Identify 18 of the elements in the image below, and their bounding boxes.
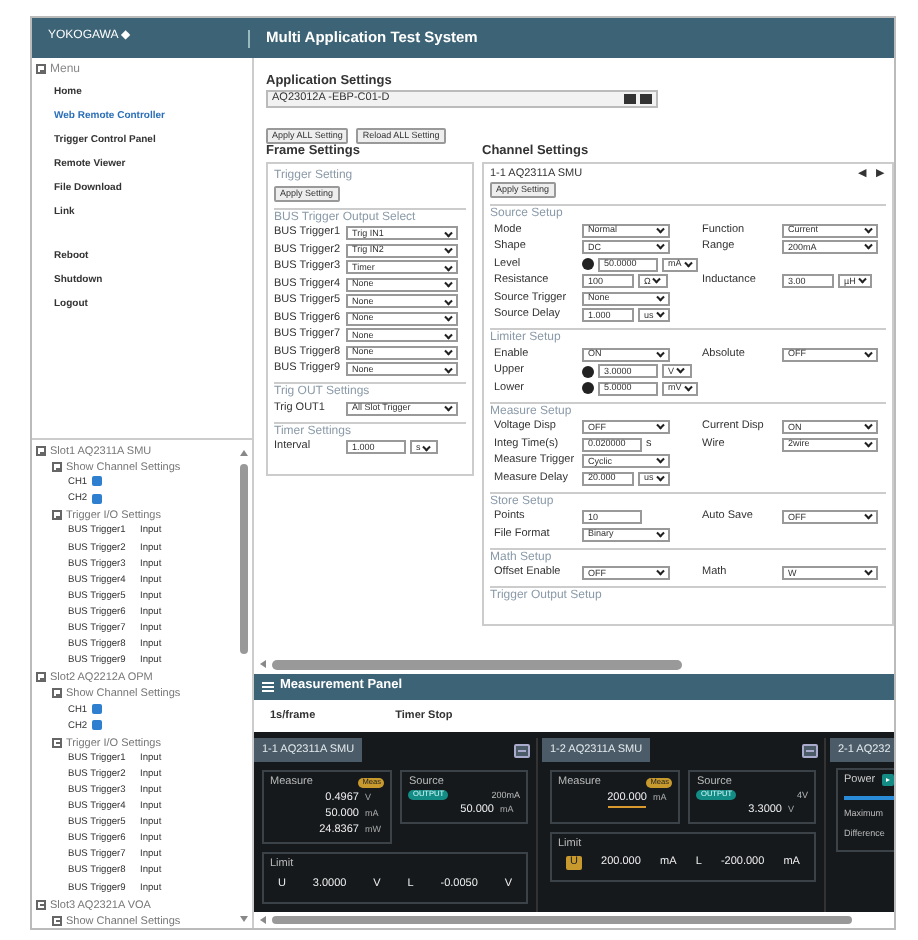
checkbox[interactable] xyxy=(91,476,102,487)
collapse-icon[interactable] xyxy=(52,688,62,699)
collapse-icon[interactable] xyxy=(36,899,46,910)
collapse-icon[interactable] xyxy=(36,446,46,457)
panel-icon xyxy=(262,682,274,692)
sign-toggle-icon[interactable] xyxy=(582,258,594,271)
collapse-icon[interactable] xyxy=(52,915,62,926)
checkbox[interactable] xyxy=(91,719,102,730)
layout-icon[interactable] xyxy=(514,743,530,757)
collapse-icon[interactable] xyxy=(36,64,46,75)
collapse-icon[interactable] xyxy=(52,737,62,748)
play-button[interactable] xyxy=(881,774,894,787)
collapse-icon[interactable] xyxy=(52,462,62,473)
checkbox[interactable] xyxy=(91,703,102,714)
collapse-icon[interactable] xyxy=(52,510,62,521)
layout-icon[interactable] xyxy=(802,743,818,757)
collapse-icon[interactable] xyxy=(36,672,46,683)
checkbox[interactable] xyxy=(91,493,102,504)
